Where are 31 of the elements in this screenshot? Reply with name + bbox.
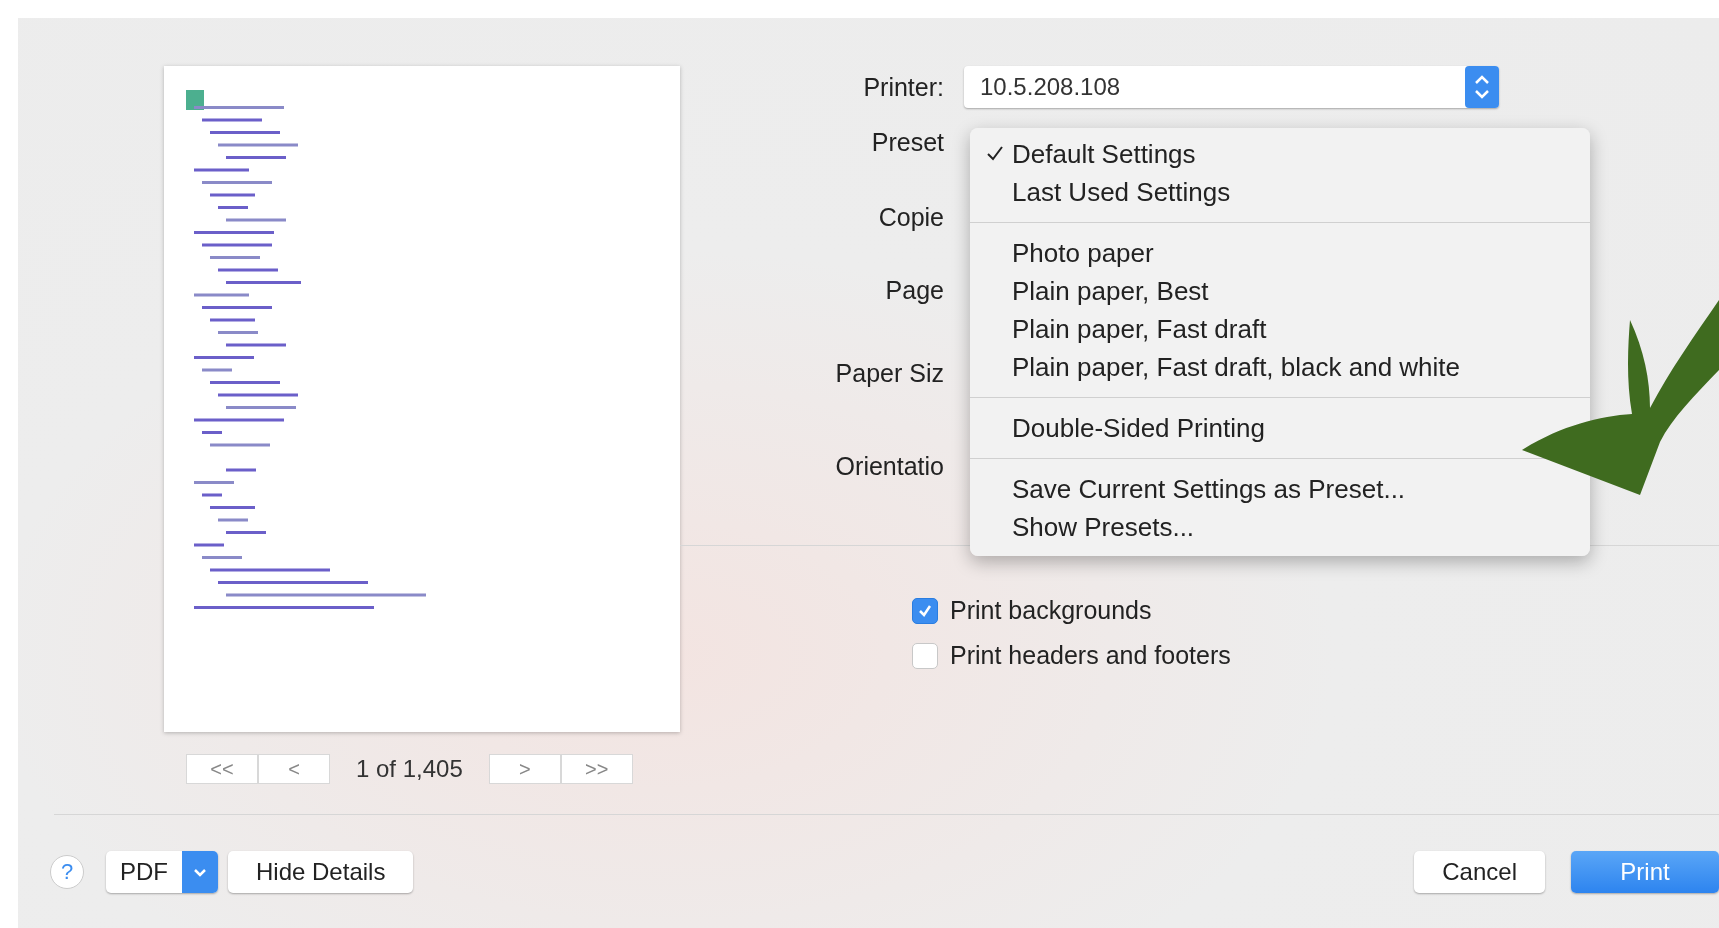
- menu-item[interactable]: Last Used Settings: [1012, 176, 1231, 208]
- curved-arrow-icon: [1522, 300, 1719, 495]
- page-counter: 1 of 1,405: [356, 755, 463, 783]
- menu-item[interactable]: Show Presets...: [1012, 511, 1195, 543]
- field-label: Copie: [877, 203, 944, 232]
- checkbox-label: Print headers and footers: [950, 641, 1231, 670]
- field-label: Preset: [870, 127, 944, 157]
- menu-item[interactable]: Photo paper: [1012, 237, 1154, 269]
- first-page-button[interactable]: <<: [186, 754, 258, 784]
- menu-item[interactable]: Plain paper, Best: [1012, 275, 1209, 307]
- printer-popup[interactable]: 10.5.208.108: [964, 66, 1499, 108]
- field-label: Paper Siz: [834, 359, 944, 388]
- menu-item[interactable]: Plain paper, Fast draft: [1012, 313, 1267, 345]
- last-page-button[interactable]: >>: [560, 754, 633, 784]
- previous-page-button[interactable]: <: [258, 754, 330, 784]
- pdf-button[interactable]: PDF: [106, 850, 218, 893]
- checkbox[interactable]: [912, 642, 938, 669]
- cancel-button[interactable]: Cancel: [1414, 850, 1545, 893]
- hide-details-button[interactable]: Hide Details: [228, 850, 414, 893]
- menu-item[interactable]: Plain paper, Fast draft, black and white: [1012, 351, 1461, 383]
- stepper-icon: [1465, 66, 1499, 108]
- field-label: Page: [884, 275, 944, 305]
- next-page-button[interactable]: >: [488, 754, 561, 784]
- caret-icon: [182, 850, 218, 893]
- checkbox[interactable]: [912, 597, 938, 624]
- checkbox-label: Print backgrounds: [950, 596, 1152, 625]
- field-label: Printer:: [862, 72, 944, 102]
- menu-item[interactable]: Save Current Settings as Preset...: [1012, 473, 1406, 505]
- menu-item[interactable]: Double-Sided Printing: [1012, 412, 1265, 444]
- field-label: Orientatio: [834, 452, 944, 481]
- menu-item[interactable]: Default Settings: [1012, 138, 1196, 170]
